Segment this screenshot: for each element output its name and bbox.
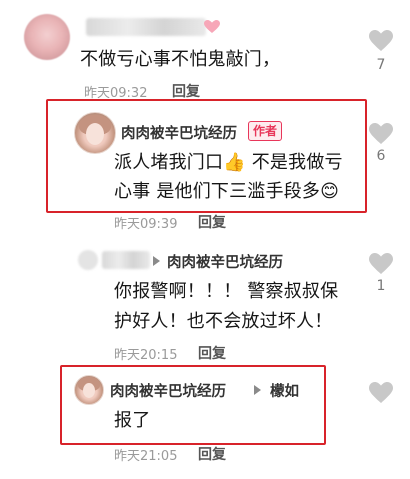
comment-time: 昨天20:15: [114, 348, 178, 363]
reply-button[interactable]: 回复: [198, 343, 226, 363]
author-badge: 作者: [248, 121, 283, 141]
commenter-avatar[interactable]: [78, 250, 98, 270]
like-count: 1: [376, 278, 386, 294]
author-name[interactable]: 肉肉被辛巴坑经历: [121, 122, 237, 143]
comment-text: 报了: [114, 410, 151, 431]
comment-text-line-2: 心事 是他们下三滥手段多😊: [114, 181, 340, 202]
pink-heart-icon: [204, 20, 220, 33]
like-heart-icon[interactable]: [369, 253, 393, 275]
reply-target-name[interactable]: 肉肉被辛巴坑经历: [167, 251, 283, 272]
author-avatar[interactable]: [74, 112, 116, 154]
like-heart-icon[interactable]: [369, 30, 393, 52]
like-heart-icon[interactable]: [369, 123, 393, 145]
reply-arrow-icon: [254, 385, 261, 395]
author-name[interactable]: 肉肉被辛巴坑经历: [110, 380, 226, 401]
reply-button[interactable]: 回复: [198, 212, 226, 232]
reply-button[interactable]: 回复: [198, 444, 226, 464]
highlight-box: [60, 365, 326, 445]
commenter-avatar[interactable]: [24, 14, 70, 60]
comment-text-line-2: 护好人！也不会放过坏人！: [114, 311, 333, 332]
author-avatar[interactable]: [74, 375, 104, 405]
like-count: 7: [376, 57, 386, 73]
like-count: 6: [376, 148, 386, 164]
reply-target-name[interactable]: 檬如: [270, 380, 299, 401]
blurred-username: [86, 18, 206, 36]
like-heart-icon[interactable]: [369, 382, 393, 404]
comment-time: 昨天09:39: [114, 217, 178, 232]
comment-text-line-1: 你报警啊！！！ 警察叔叔保: [114, 281, 339, 302]
reply-arrow-icon: [153, 256, 160, 266]
comment-text: 不做亏心事不怕鬼敲门，: [80, 49, 281, 70]
reply-button[interactable]: 回复: [172, 81, 200, 101]
blurred-username: [102, 251, 150, 269]
comment-time: 昨天21:05: [114, 449, 178, 464]
comment-text-line-1: 派人堵我门口👍 不是我做亏: [114, 152, 343, 173]
